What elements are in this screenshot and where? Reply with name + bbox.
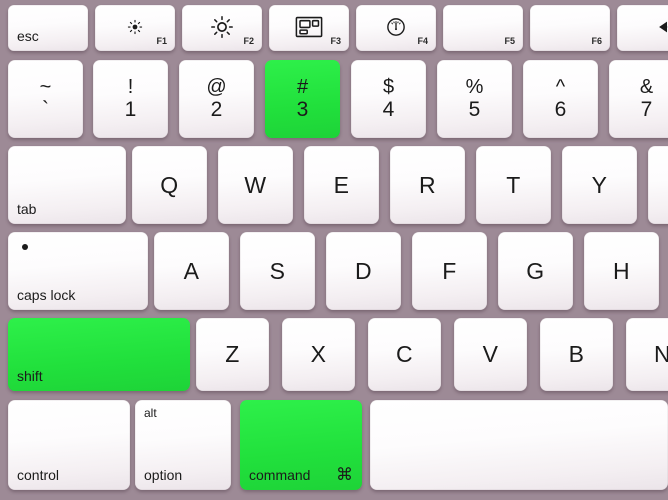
key-h[interactable]: H: [584, 232, 659, 310]
key-5[interactable]: % 5: [437, 60, 512, 138]
key-6-label: 6: [554, 98, 567, 122]
key-option-alt-label: alt: [144, 406, 157, 420]
key-f4[interactable]: F4: [356, 5, 436, 51]
key-f6-fn-label: F6: [591, 36, 602, 46]
key-f1-fn-label: F1: [156, 36, 167, 46]
key-u-label: U: [648, 146, 668, 224]
key-tab-label: tab: [17, 201, 37, 217]
key-shift[interactable]: shift: [8, 318, 190, 391]
key-f6[interactable]: F6: [530, 5, 610, 51]
key-7-label: 7: [640, 98, 653, 122]
mission-control-icon: [295, 16, 323, 38]
key-v[interactable]: V: [454, 318, 527, 391]
key-1-shifted-label: !: [127, 76, 134, 99]
command-symbol-icon: ⌘: [336, 465, 353, 484]
key-2-shifted-label: @: [206, 76, 227, 99]
key-capslock[interactable]: caps lock: [8, 232, 148, 310]
dashboard-gauge-icon: [386, 17, 407, 38]
key-tab[interactable]: tab: [8, 146, 126, 224]
key-g[interactable]: G: [498, 232, 573, 310]
key-tilde[interactable]: ~ `: [8, 60, 83, 138]
key-esc-label: esc: [17, 28, 39, 44]
key-z-label: Z: [225, 341, 240, 367]
key-5-shifted-label: %: [465, 76, 484, 99]
key-d-label: D: [354, 257, 373, 284]
key-2-label: 2: [210, 98, 223, 122]
key-a-label: A: [183, 257, 200, 284]
key-g-label: G: [526, 257, 545, 284]
key-tilde-shifted-label: ~: [39, 76, 52, 99]
key-f2-fn-label: F2: [243, 36, 254, 46]
brightness-down-icon: [126, 18, 144, 36]
key-n[interactable]: N: [626, 318, 668, 391]
key-command[interactable]: command ⌘: [240, 400, 362, 490]
key-1-label: 1: [124, 98, 137, 122]
rewind-icon: [656, 19, 668, 35]
keyboard: esc F1 F2 F3 F4 F5 F6 ~ ` ! 1 @ 2 # 3 $ …: [0, 0, 668, 500]
key-1[interactable]: ! 1: [93, 60, 168, 138]
key-e-label: E: [333, 171, 350, 198]
key-w[interactable]: W: [218, 146, 293, 224]
caps-lock-indicator-icon: [22, 244, 28, 250]
key-command-label: command: [249, 467, 311, 483]
key-v-label: V: [482, 341, 499, 367]
key-r[interactable]: R: [390, 146, 465, 224]
key-f3-fn-label: F3: [330, 36, 341, 46]
key-3-label: 3: [296, 98, 309, 122]
key-7[interactable]: & 7: [609, 60, 668, 138]
key-option[interactable]: alt option: [135, 400, 231, 490]
key-q[interactable]: Q: [132, 146, 207, 224]
key-f-label: F: [442, 257, 457, 284]
key-c[interactable]: C: [368, 318, 441, 391]
key-s[interactable]: S: [240, 232, 315, 310]
key-x[interactable]: X: [282, 318, 355, 391]
key-7-shifted-label: &: [639, 76, 654, 99]
key-x-label: X: [310, 341, 327, 367]
key-t-label: T: [506, 171, 521, 198]
key-6[interactable]: ^ 6: [523, 60, 598, 138]
key-b[interactable]: B: [540, 318, 613, 391]
key-f2[interactable]: F2: [182, 5, 262, 51]
key-esc[interactable]: esc: [8, 5, 88, 51]
key-q-label: Q: [160, 171, 179, 198]
key-4-label: 4: [382, 98, 395, 122]
key-2[interactable]: @2: [179, 60, 254, 138]
key-t[interactable]: T: [476, 146, 551, 224]
key-y[interactable]: Y: [562, 146, 637, 224]
key-f3[interactable]: F3: [269, 5, 349, 51]
key-control[interactable]: control: [8, 400, 130, 490]
key-c-label: C: [395, 341, 414, 367]
key-3-shifted-label: #: [296, 76, 309, 99]
key-capslock-label: caps lock: [17, 287, 76, 303]
key-6-shifted-label: ^: [555, 76, 566, 99]
key-shift-label: shift: [17, 368, 43, 384]
key-z[interactable]: Z: [196, 318, 269, 391]
key-space[interactable]: [370, 400, 668, 490]
key-f1[interactable]: F1: [95, 5, 175, 51]
key-h-label: H: [612, 257, 631, 284]
key-f5[interactable]: F5: [443, 5, 523, 51]
key-y-label: Y: [591, 171, 608, 198]
key-control-label: control: [17, 467, 60, 483]
key-4-shifted-label: $: [382, 76, 395, 99]
key-3[interactable]: #3: [265, 60, 340, 138]
key-d[interactable]: D: [326, 232, 401, 310]
key-option-label: option: [144, 467, 183, 483]
key-u[interactable]: U: [648, 146, 668, 224]
key-5-label: 5: [468, 98, 481, 122]
key-tilde-label: `: [42, 98, 49, 122]
key-s-label: S: [269, 257, 286, 284]
key-e[interactable]: E: [304, 146, 379, 224]
key-f4-fn-label: F4: [417, 36, 428, 46]
key-w-label: W: [244, 171, 267, 198]
key-n-label: N: [653, 341, 668, 367]
key-b-label: B: [568, 341, 585, 367]
key-a[interactable]: A: [154, 232, 229, 310]
key-r-label: R: [418, 171, 437, 198]
brightness-up-icon: [210, 15, 234, 39]
key-f5-fn-label: F5: [504, 36, 515, 46]
key-4[interactable]: $4: [351, 60, 426, 138]
key-f[interactable]: F: [412, 232, 487, 310]
key-f7[interactable]: [617, 5, 668, 51]
